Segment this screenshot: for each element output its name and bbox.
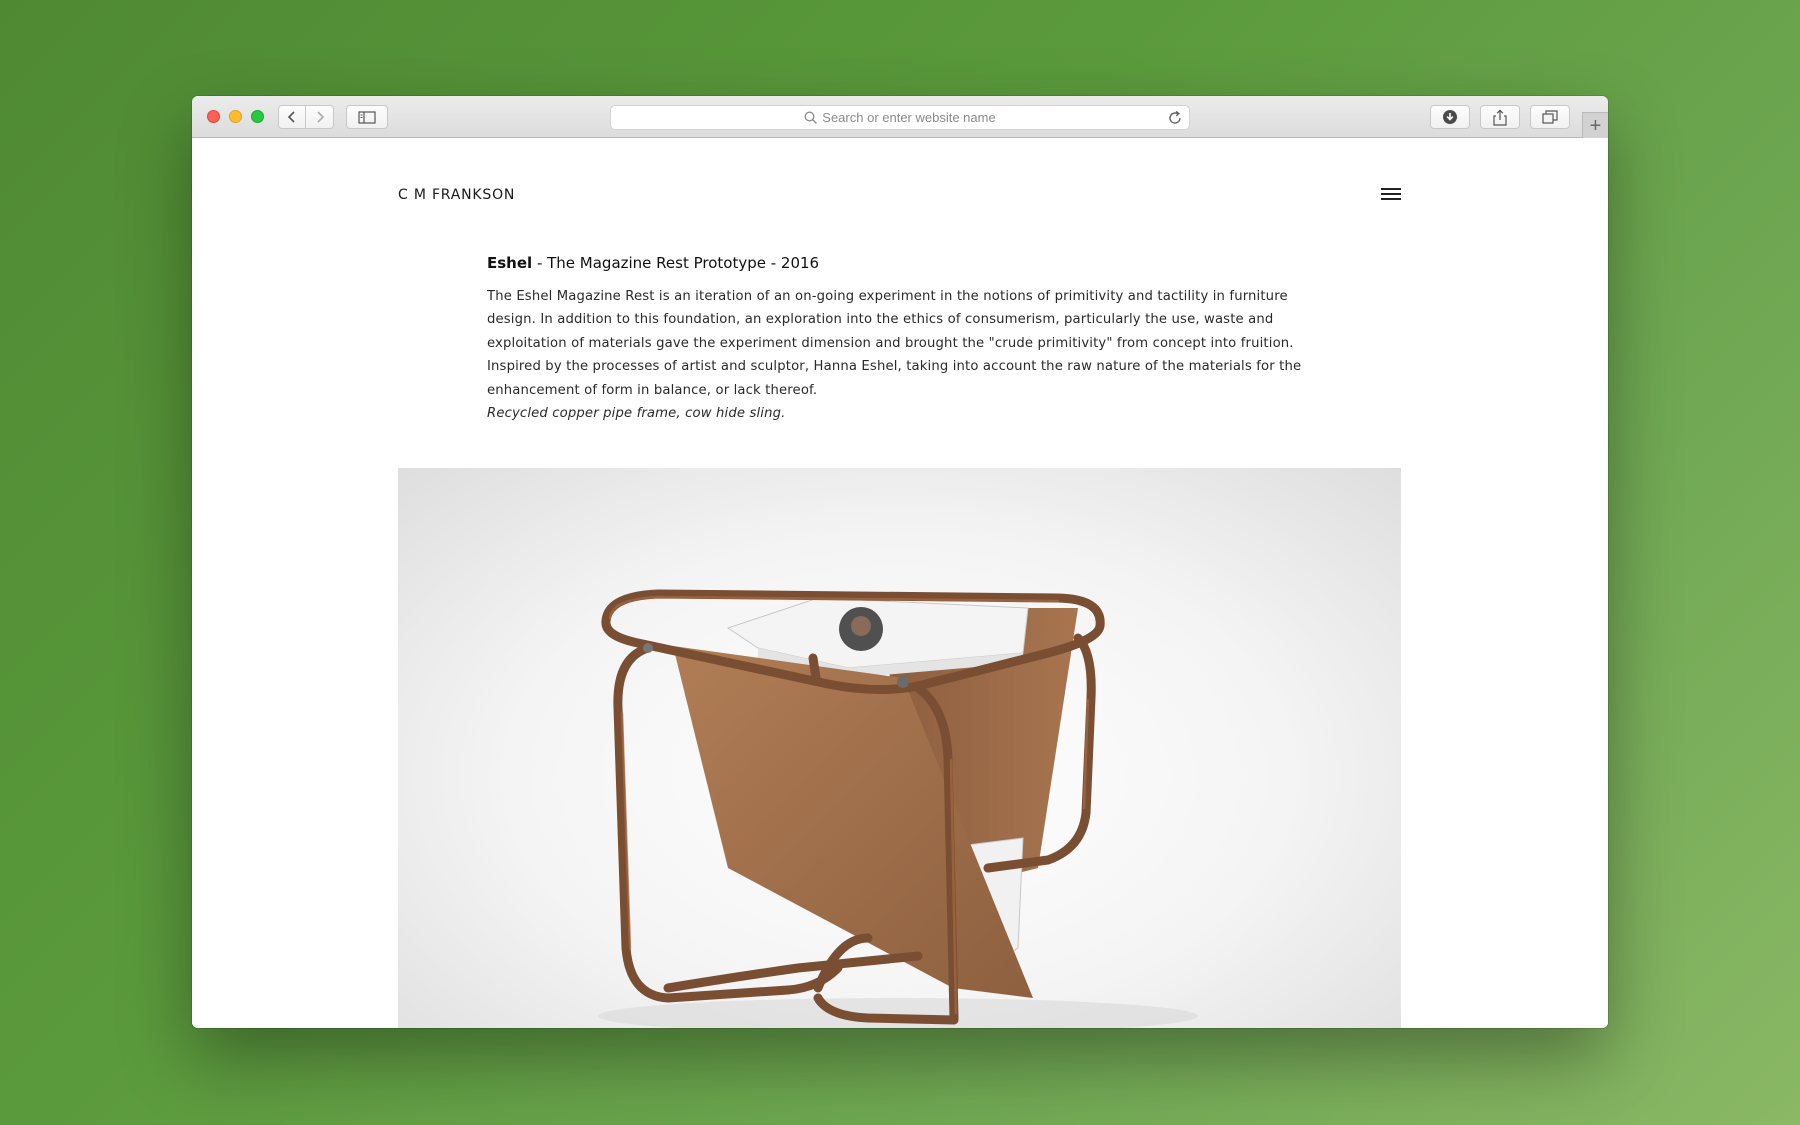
chevron-left-icon bbox=[287, 111, 295, 123]
materials-note: Recycled copper pipe frame, cow hide sli… bbox=[487, 406, 786, 422]
hamburger-menu-icon[interactable] bbox=[1381, 188, 1401, 202]
share-icon bbox=[1493, 109, 1507, 126]
search-icon bbox=[804, 111, 818, 124]
new-tab-button[interactable]: + bbox=[1582, 112, 1608, 138]
web-page: C M FRANKSON Eshel - The Magazine Rest P… bbox=[192, 138, 1608, 1028]
address-bar[interactable]: Search or enter website name bbox=[610, 105, 1190, 130]
tabs-icon bbox=[1542, 110, 1558, 124]
project-name: Eshel bbox=[487, 254, 533, 272]
download-icon bbox=[1443, 110, 1457, 124]
address-placeholder: Search or enter website name bbox=[822, 110, 996, 125]
menu-bar bbox=[1381, 198, 1401, 200]
browser-window: Search or enter website name + C M FRANK… bbox=[192, 96, 1608, 1028]
sidebar-toggle-button[interactable] bbox=[346, 105, 388, 129]
back-button[interactable] bbox=[278, 105, 306, 129]
forward-button[interactable] bbox=[306, 105, 334, 129]
zoom-window-button[interactable] bbox=[251, 110, 264, 123]
menu-bar bbox=[1381, 193, 1401, 195]
downloads-button[interactable] bbox=[1430, 105, 1470, 129]
navigation-buttons bbox=[278, 105, 334, 129]
chevron-right-icon bbox=[316, 111, 324, 123]
product-photo bbox=[398, 468, 1401, 1028]
reload-icon[interactable] bbox=[1167, 110, 1183, 126]
menu-bar bbox=[1381, 188, 1401, 190]
article-description: The Eshel Magazine Rest is an iteration … bbox=[487, 289, 1302, 398]
sidebar-icon bbox=[358, 110, 376, 124]
magazine-rest-illustration bbox=[598, 589, 1198, 1028]
article-content: Eshel - The Magazine Rest Prototype - 20… bbox=[487, 253, 1317, 425]
share-button[interactable] bbox=[1480, 105, 1520, 129]
site-brand-link[interactable]: C M FRANKSON bbox=[398, 187, 515, 203]
show-tabs-button[interactable] bbox=[1530, 105, 1570, 129]
project-subtitle: - The Magazine Rest Prototype - 2016 bbox=[532, 254, 820, 272]
minimize-window-button[interactable] bbox=[229, 110, 242, 123]
browser-toolbar: Search or enter website name + bbox=[192, 96, 1608, 138]
article-title: Eshel - The Magazine Rest Prototype - 20… bbox=[487, 253, 1317, 273]
close-window-button[interactable] bbox=[207, 110, 220, 123]
